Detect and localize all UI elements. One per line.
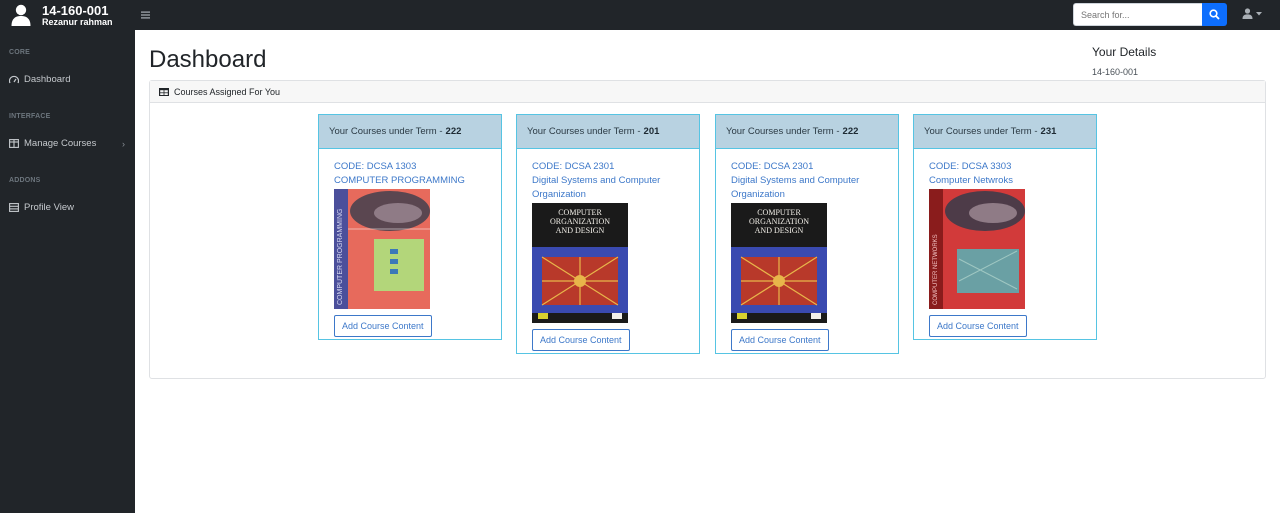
course-name-link[interactable]: Digital Systems and Computer Organizatio… <box>532 174 684 202</box>
table-icon <box>159 87 169 96</box>
courses-panel: Courses Assigned For You <box>149 80 1266 379</box>
course-name-link[interactable]: Digital Systems and Computer Organizatio… <box>731 174 883 202</box>
search-group <box>1073 3 1227 26</box>
cover-title: COMPUTER PROGRAMMING <box>337 209 344 305</box>
book-cover-image: COMPUTER NETWORKS <box>929 189 1025 309</box>
sidebar-item-label: Manage Courses <box>24 138 97 149</box>
course-card-header: Your Courses under Term -222 <box>716 115 898 149</box>
course-code-link[interactable]: CODE: DCSA 2301 <box>731 160 883 174</box>
sidebar: CORE Dashboard INTERFACE Manage Courses … <box>0 30 135 513</box>
add-course-content-button[interactable]: Add Course Content <box>731 329 829 351</box>
term-value: 222 <box>445 126 462 137</box>
term-label: Your Courses under Term - <box>924 126 1038 137</box>
search-icon <box>1209 9 1220 20</box>
sidebar-item-label: Profile View <box>24 202 74 213</box>
search-input[interactable] <box>1073 3 1202 26</box>
sidebar-toggle-button[interactable] <box>138 8 152 22</box>
user-avatar-icon <box>11 4 31 26</box>
user-icon <box>1242 8 1253 19</box>
term-label: Your Courses under Term - <box>527 126 641 137</box>
sidebar-item-dashboard[interactable]: Dashboard <box>9 74 127 85</box>
book-cover-image: COMPUTER ORGANIZATION AND DESIGN <box>731 203 827 323</box>
sidebar-item-label: Dashboard <box>24 74 71 85</box>
course-card: Your Courses under Term -201 CODE: DCSA … <box>516 114 700 354</box>
your-details-id: 14-160-001 <box>1092 67 1139 77</box>
course-code-link[interactable]: CODE: DCSA 1303 <box>334 160 486 174</box>
sidebar-heading-interface: INTERFACE <box>9 113 51 120</box>
course-card: Your Courses under Term -222 CODE: DCSA … <box>318 114 502 340</box>
term-value: 231 <box>1040 126 1057 137</box>
course-card-header: Your Courses under Term -201 <box>517 115 699 149</box>
svg-text:COMPUTER: COMPUTER <box>558 208 602 217</box>
search-button[interactable] <box>1202 3 1227 26</box>
term-label: Your Courses under Term - <box>329 126 443 137</box>
add-course-content-button[interactable]: Add Course Content <box>334 315 432 337</box>
term-label: Your Courses under Term - <box>726 126 840 137</box>
top-navbar: 14-160-001 Rezanur rahman <box>0 0 1280 30</box>
hamburger-icon <box>140 11 150 19</box>
sidebar-item-manage-courses[interactable]: Manage Courses › <box>9 138 127 149</box>
svg-text:COMPUTER: COMPUTER <box>757 208 801 217</box>
table-icon <box>9 202 19 213</box>
cover-title: COMPUTER NETWORKS <box>933 234 939 305</box>
user-id: 14-160-001 <box>42 2 109 18</box>
course-card-header: Your Courses under Term -231 <box>914 115 1096 149</box>
svg-text:AND DESIGN: AND DESIGN <box>755 226 804 235</box>
course-code-link[interactable]: CODE: DCSA 2301 <box>532 160 684 174</box>
page-title: Dashboard <box>149 46 267 73</box>
course-card: Your Courses under Term -231 CODE: DCSA … <box>913 114 1097 340</box>
brand[interactable]: 14-160-001 Rezanur rahman <box>0 0 135 30</box>
courses-panel-header: Courses Assigned For You <box>150 81 1265 103</box>
courses-panel-title: Courses Assigned For You <box>174 86 281 97</box>
dashboard-icon <box>9 75 19 85</box>
course-code-link[interactable]: CODE: DCSA 3303 <box>929 160 1081 174</box>
term-value: 222 <box>842 126 859 137</box>
course-card-header: Your Courses under Term -222 <box>319 115 501 149</box>
svg-text:ORGANIZATION: ORGANIZATION <box>550 217 610 226</box>
svg-text:ORGANIZATION: ORGANIZATION <box>749 217 809 226</box>
columns-icon <box>9 138 19 149</box>
chevron-right-icon: › <box>122 138 125 149</box>
course-name-link[interactable]: Computer Netwroks <box>929 174 1081 188</box>
course-name-link[interactable]: COMPUTER PROGRAMMING <box>334 174 486 188</box>
add-course-content-button[interactable]: Add Course Content <box>929 315 1027 337</box>
add-course-content-button[interactable]: Add Course Content <box>532 329 630 351</box>
your-details-title: Your Details <box>1092 45 1157 59</box>
term-value: 201 <box>643 126 660 137</box>
sidebar-item-profile-view[interactable]: Profile View <box>9 202 127 213</box>
book-cover-image: COMPUTER PROGRAMMING <box>334 189 430 309</box>
svg-text:AND DESIGN: AND DESIGN <box>556 226 605 235</box>
sidebar-heading-addons: ADDONS <box>9 177 41 184</box>
course-card: Your Courses under Term -222 CODE: DCSA … <box>715 114 899 354</box>
sidebar-heading-core: CORE <box>9 49 31 56</box>
caret-down-icon <box>1256 11 1262 15</box>
user-menu-dropdown[interactable] <box>1242 8 1262 19</box>
book-cover-image: COMPUTER ORGANIZATION AND DESIGN <box>532 203 628 323</box>
user-name: Rezanur rahman <box>42 16 113 27</box>
